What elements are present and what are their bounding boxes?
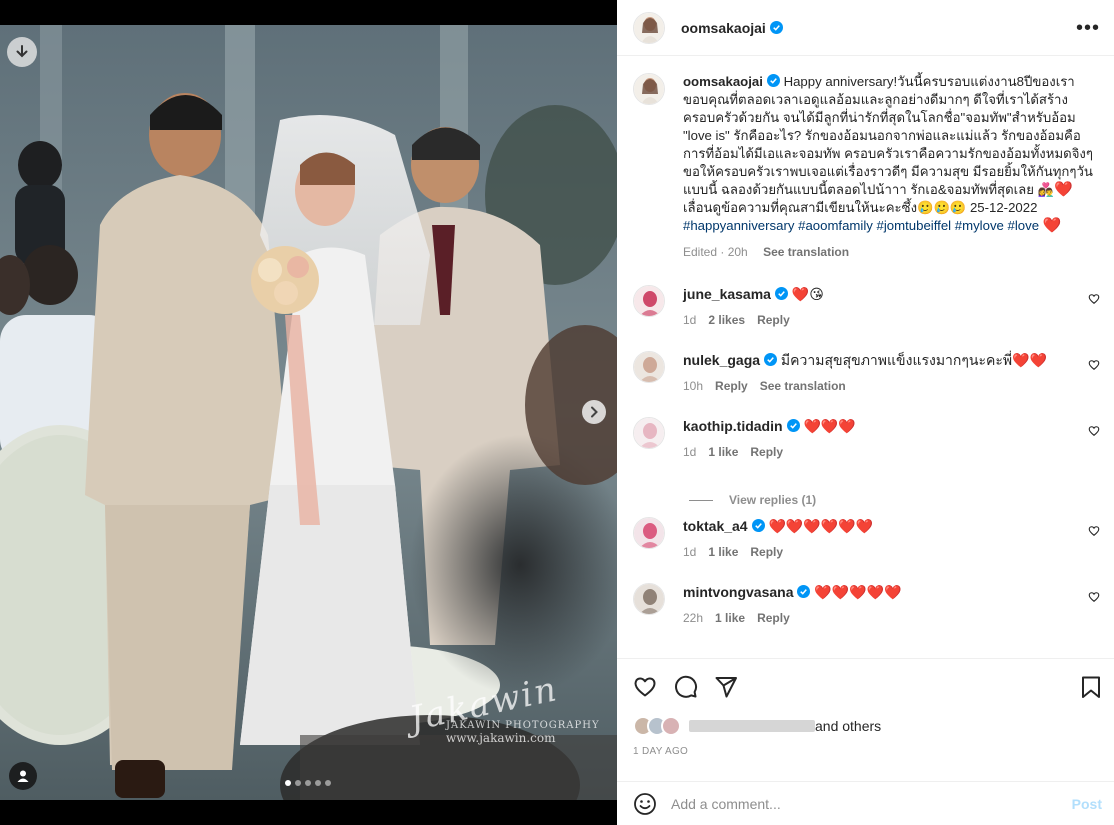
verified-badge-icon [786,419,800,432]
liker-name-blurred [689,720,815,732]
comments-list[interactable]: oomsakaojai Happy anniversary!วันนี้ครบร… [617,57,1114,657]
carousel-dot [285,780,291,786]
next-photo-button[interactable] [582,400,606,424]
comment-item: nulek_gaga มีความสุขสุขภาพแข็งแรงมากๆนะค… [633,351,1100,395]
post-comment-button[interactable]: Post [1072,796,1102,812]
emoji-icon[interactable] [633,792,657,816]
caption-edited-time: Edited · 20h [683,245,748,259]
comment-likes[interactable]: 1 like [708,545,738,559]
carousel-indicator [285,780,331,786]
comment-item: kaothip.tidadin ❤️❤️❤️ 1d 1 like Reply [633,417,1100,461]
post-time: 1 DAY AGO [633,746,689,757]
tagged-users-button[interactable] [9,762,37,790]
share-icon[interactable] [714,675,738,699]
likes-others-text: and others [815,718,882,734]
comment-text: ❤️❤️❤️❤️❤️ [814,584,902,600]
author-avatar[interactable] [633,11,665,44]
reply-button[interactable]: Reply [757,313,790,327]
divider [689,499,713,501]
verified-badge-icon [769,20,783,34]
reply-button[interactable]: Reply [757,611,790,625]
commenter-avatar[interactable] [633,583,665,615]
commenter-username[interactable]: mintvongvasana [683,584,793,600]
comment-icon[interactable] [674,675,698,699]
comment-time: 10h [683,379,704,393]
comment-text: ❤️❤️❤️❤️❤️❤️ [768,518,874,534]
post-actions-bar [617,658,1114,714]
post-header: oomsakaojai ••• [617,0,1114,56]
reply-button[interactable]: Reply [750,545,783,559]
verified-badge-icon [766,74,780,87]
comment-likes[interactable]: 1 like [708,445,738,459]
comment-text: มีความสุขสุขภาพแข็งแรงมากๆนะคะพี่❤️❤️ [780,352,1047,368]
reply-button[interactable]: Reply [750,445,783,459]
caption-author[interactable]: oomsakaojai [683,74,763,89]
hashtag[interactable]: #happyanniversary [683,218,794,233]
hashtag[interactable]: #love [1008,218,1040,233]
verified-badge-icon [774,287,788,300]
comment-likes[interactable]: 2 likes [708,313,745,327]
view-replies-link[interactable]: View replies (1) [689,493,816,507]
comment-like-heart-icon[interactable] [1088,591,1100,603]
photographer-watermark: Jakawin JAKAWIN PHOTOGRAPHY www.jakawin.… [406,669,600,745]
commenter-username[interactable]: toktak_a4 [683,518,748,534]
commenter-avatar[interactable] [633,417,665,449]
comment-input[interactable] [671,795,1041,812]
couple-emoji: 👩‍❤️‍👨 [1037,182,1055,197]
post-side-panel: oomsakaojai ••• oomsakaojai Happy annive… [617,0,1114,825]
author-avatar[interactable] [633,73,665,105]
commenter-username[interactable]: june_kasama [683,286,771,302]
likes-summary[interactable]: and others [633,716,881,736]
comment-text: ❤️❤️❤️ [803,418,856,434]
comment-like-heart-icon[interactable] [1088,293,1100,305]
commenter-avatar[interactable] [633,351,665,383]
comment-time: 22h [683,611,704,625]
more-options-icon[interactable]: ••• [1076,17,1100,39]
commenter-username[interactable]: nulek_gaga [683,352,760,368]
download-icon[interactable] [7,37,37,67]
comment-item: mintvongvasana ❤️❤️❤️❤️❤️ 22h 1 like Reply [633,583,1100,627]
comment-time: 1d [683,445,697,459]
instagram-post-modal: Jakawin JAKAWIN PHOTOGRAPHY www.jakawin.… [0,0,1114,825]
author-username[interactable]: oomsakaojai [681,20,783,36]
carousel-dot [325,780,331,786]
comment-like-heart-icon[interactable] [1088,525,1100,537]
carousel-dot [315,780,321,786]
like-heart-icon[interactable] [633,675,657,699]
heart-emoji: ❤️ [1042,217,1062,234]
comment-item: toktak_a4 ❤️❤️❤️❤️❤️❤️ 1d 1 like Reply [633,517,1100,561]
hashtag[interactable]: #mylove [955,218,1004,233]
user-icon [17,770,29,782]
comment-like-heart-icon[interactable] [1088,425,1100,437]
see-translation-link[interactable]: See translation [763,245,849,259]
comment-time: 1d [683,545,697,559]
comment-time: 1d [683,313,697,327]
heart-emoji: ❤️ [1054,181,1073,198]
verified-badge-icon [751,519,765,532]
commenter-username[interactable]: kaothip.tidadin [683,418,783,434]
comment-composer: Post [617,781,1114,825]
caption-text-2: เลื่อนดูข้อความที่คุณสามีเขียนให้นะคะซึ้… [683,200,1038,215]
comment-like-heart-icon[interactable] [1088,359,1100,371]
verified-badge-icon [797,585,811,598]
watermark-url: www.jakawin.com [446,731,556,745]
comment-item: june_kasama ❤️😘 1d 2 likes Reply [633,285,1100,329]
liker-avatar [661,716,681,736]
commenter-avatar[interactable] [633,517,665,549]
reply-button[interactable]: Reply [715,379,748,393]
verified-badge-icon [764,353,778,366]
caption-text: Happy anniversary!วันนี้ครบรอบแต่งงาน8ปี… [683,74,1093,197]
hashtag[interactable]: #jomtubeiffel [877,218,952,233]
bookmark-icon[interactable] [1079,675,1103,699]
commenter-avatar[interactable] [633,285,665,317]
hashtag[interactable]: #aoomfamily [798,218,873,233]
post-photo[interactable]: Jakawin JAKAWIN PHOTOGRAPHY www.jakawin.… [0,25,617,800]
chevron-right-icon [591,406,598,418]
carousel-dot [305,780,311,786]
carousel-dot [295,780,301,786]
see-translation-link[interactable]: See translation [760,379,846,393]
caption: oomsakaojai Happy anniversary!วันนี้ครบร… [633,73,1100,261]
comment-likes[interactable]: 1 like [715,611,745,625]
comment-text: ❤️😘 [791,286,824,302]
